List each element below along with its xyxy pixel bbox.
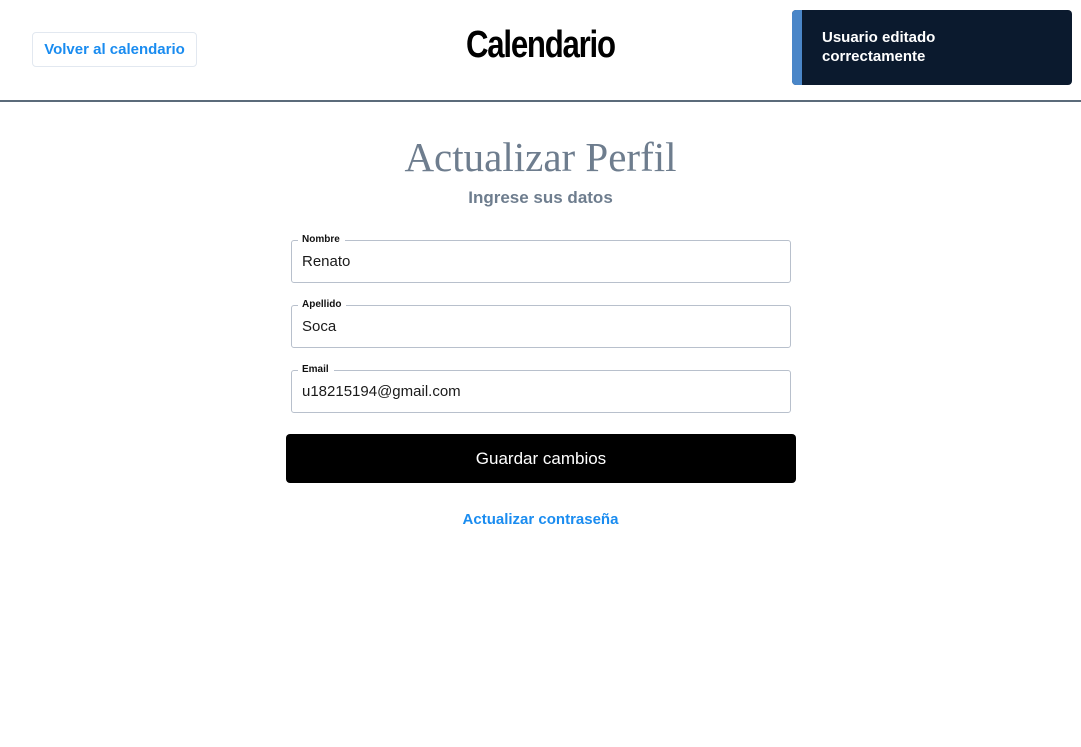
last-name-label: Apellido	[298, 299, 347, 311]
top-bar: Volver al calendario Calendario Usuario …	[0, 0, 1081, 102]
first-name-value[interactable]: Renato	[302, 253, 350, 270]
first-name-label: Nombre	[298, 234, 345, 246]
toast-accent-bar	[792, 10, 802, 85]
page-subtitle: Ingrese sus datos	[468, 188, 613, 207]
page-title: Actualizar Perfil	[404, 134, 677, 180]
update-password-link[interactable]: Actualizar contraseña	[0, 511, 1081, 528]
email-label: Email	[298, 364, 334, 376]
toast-message: Usuario editado correctamente	[822, 29, 936, 65]
email-field[interactable]: Email u18215194@gmail.com	[291, 364, 791, 413]
success-toast[interactable]: Usuario editado correctamente	[792, 10, 1072, 85]
last-name-field[interactable]: Apellido Soca	[291, 299, 791, 348]
save-changes-button[interactable]: Guardar cambios	[286, 434, 796, 483]
email-value[interactable]: u18215194@gmail.com	[302, 383, 461, 400]
last-name-value[interactable]: Soca	[302, 318, 336, 335]
first-name-field[interactable]: Nombre Renato	[291, 234, 791, 283]
